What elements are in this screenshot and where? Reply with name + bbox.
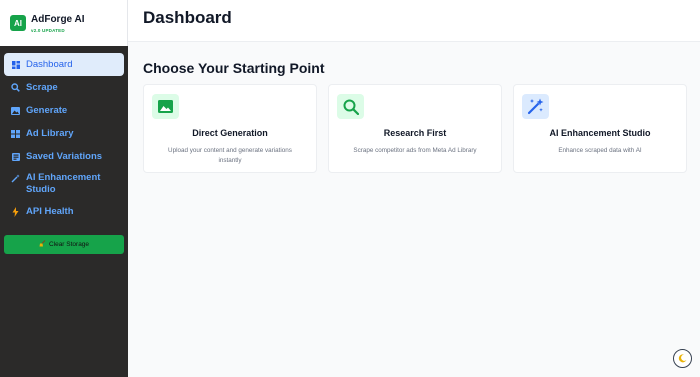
card-title: AI Enhancement Studio xyxy=(549,128,651,138)
grid-icon xyxy=(10,60,21,69)
sidebar-item-ai-enhancement-studio[interactable]: AI Enhancement Studio xyxy=(4,168,124,200)
image-icon xyxy=(152,94,179,119)
sidebar-item-ad-library[interactable]: Ad Library xyxy=(4,122,124,145)
image-icon xyxy=(10,106,21,115)
sidebar-item-label: Saved Variations xyxy=(26,150,103,162)
page-title: Dashboard xyxy=(143,8,232,27)
sidebar-item-label: API Health xyxy=(26,205,74,217)
lightning-icon xyxy=(10,206,21,217)
sidebar-item-dashboard[interactable]: Dashboard xyxy=(4,53,124,76)
library-icon xyxy=(10,129,21,138)
version-badge: v2.0 UPDATED xyxy=(31,27,65,33)
sidebar-item-label: Ad Library xyxy=(26,127,74,139)
app-logo[interactable]: AI xyxy=(10,15,26,31)
card-description: Enhance scraped data with AI xyxy=(558,147,642,154)
broom-icon xyxy=(39,240,46,249)
card-description: Scrape competitor ads from Meta Ad Libra… xyxy=(353,147,477,154)
clear-storage-button[interactable]: Clear Storage xyxy=(4,235,124,254)
sidebar-item-api-health[interactable]: API Health xyxy=(4,200,124,223)
sidebar: AI AdForge AI v2.0 UPDATED Dashboard Scr… xyxy=(0,0,128,377)
magic-wand-icon xyxy=(10,174,21,183)
clear-storage-label: Clear Storage xyxy=(48,241,90,248)
section-title: Choose Your Starting Point xyxy=(143,60,325,76)
sparkles-icon xyxy=(522,94,549,119)
bookmark-icon xyxy=(10,152,21,161)
card-title: Direct Generation xyxy=(192,128,268,138)
sidebar-nav: Dashboard Scrape Generate Ad Library Sav… xyxy=(0,46,128,223)
card-description: Upload your content and generate variati… xyxy=(168,147,292,164)
brand-text: AdForge AI v2.0 UPDATED xyxy=(31,14,85,33)
sidebar-item-label: AI Enhancement Studio xyxy=(26,172,101,195)
app-name: AdForge AI xyxy=(31,13,85,25)
sidebar-item-generate[interactable]: Generate xyxy=(4,99,124,122)
card-research-first[interactable]: Research First Scrape competitor ads fro… xyxy=(328,84,502,173)
sidebar-item-scrape[interactable]: Scrape xyxy=(4,76,124,99)
top-bar: Dashboard xyxy=(128,0,700,42)
brand-header: AI AdForge AI v2.0 UPDATED xyxy=(0,0,128,46)
card-direct-generation[interactable]: Direct Generation Upload your content an… xyxy=(143,84,317,173)
sidebar-item-saved-variations[interactable]: Saved Variations xyxy=(4,145,124,168)
sidebar-item-label: Dashboard xyxy=(26,58,73,70)
card-title: Research First xyxy=(383,128,447,138)
moon-icon xyxy=(678,350,687,368)
search-icon xyxy=(10,83,21,92)
search-icon xyxy=(337,94,364,119)
theme-toggle-button[interactable] xyxy=(673,349,692,368)
card-ai-enhancement-studio[interactable]: AI Enhancement Studio Enhance scraped da… xyxy=(513,84,687,173)
sidebar-item-label: Scrape xyxy=(26,81,58,93)
sidebar-item-label: Generate xyxy=(26,104,68,116)
